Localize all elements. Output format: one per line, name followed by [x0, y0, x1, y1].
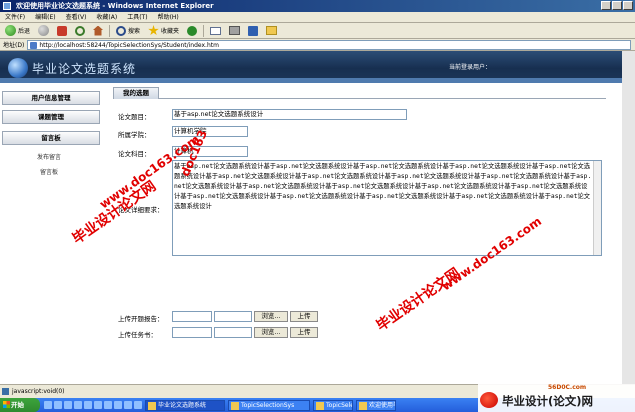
college-label: 所属学院： — [118, 131, 151, 139]
menu-bar: 文件(F) 编辑(E) 查看(V) 收藏(A) 工具(T) 帮助(H) — [0, 12, 635, 23]
edit-button[interactable] — [246, 24, 260, 37]
proposal-upload-label: 上传开题报告： — [118, 315, 164, 323]
favorites-button[interactable]: 收藏夹 — [146, 24, 181, 37]
menu-favorites[interactable]: 收藏(A) — [96, 12, 117, 22]
home-button[interactable] — [91, 24, 105, 37]
taskbar-item[interactable]: 欢迎使用毕业论文... — [356, 399, 396, 411]
detail-textarea[interactable]: 基于asp.net论文选题系统设计基于asp.net论文选题系统设计基于asp.… — [172, 160, 602, 256]
folder-icon — [266, 26, 278, 35]
quick-launch-icon[interactable] — [94, 401, 102, 409]
task-file-path[interactable] — [214, 327, 252, 338]
menu-view[interactable]: 查看(V) — [66, 12, 87, 22]
subject-label: 论文科目： — [118, 150, 151, 158]
mail-icon — [210, 26, 222, 35]
quick-launch-icon[interactable] — [74, 401, 82, 409]
logo-mark-icon — [480, 392, 498, 408]
quick-launch-icon[interactable] — [104, 401, 112, 409]
taskbar-item[interactable]: TopicSelectionSys — [228, 399, 310, 411]
logo-wordmark: 毕业设计(论文)网 — [502, 394, 594, 408]
proposal-upload-button[interactable]: 上传 — [290, 311, 318, 322]
star-icon — [148, 25, 159, 36]
college-field[interactable]: 计算机学院 — [172, 126, 248, 137]
menu-help[interactable]: 帮助(H) — [158, 12, 179, 22]
maximize-button[interactable] — [612, 1, 622, 10]
banner-stripe — [0, 78, 622, 83]
sidebar-section-topics[interactable]: 课题管理 — [2, 110, 100, 124]
window-controls — [601, 1, 633, 10]
home-icon — [93, 25, 104, 36]
proposal-browse-button[interactable]: 浏览... — [254, 311, 288, 322]
stop-icon — [57, 25, 68, 36]
close-button[interactable] — [623, 1, 633, 10]
forward-button[interactable] — [36, 24, 51, 37]
sidebar-section-messages[interactable]: 留言板 — [2, 131, 100, 145]
favorites-label: 收藏夹 — [161, 28, 180, 35]
quick-launch-icon[interactable] — [64, 401, 72, 409]
quick-launch — [44, 401, 142, 409]
quick-launch-icon[interactable] — [54, 401, 62, 409]
minimize-button[interactable] — [601, 1, 611, 10]
toolbar-separator — [109, 24, 111, 37]
media-button[interactable] — [185, 24, 199, 37]
task-upload-button[interactable]: 上传 — [290, 327, 318, 338]
current-user-label: 当前登录用户： — [449, 64, 492, 71]
topic-field[interactable]: 基于asp.net论文选题系统设计 — [172, 109, 407, 120]
back-button[interactable]: 后退 — [3, 24, 32, 37]
window-titlebar: 欢迎使用毕业论文选题系统 - Windows Internet Explorer — [0, 0, 635, 12]
search-button[interactable]: 搜索 — [114, 24, 142, 37]
printer-icon — [229, 26, 241, 35]
task-file-name[interactable] — [172, 327, 212, 338]
menu-tools[interactable]: 工具(T) — [127, 12, 147, 22]
back-label: 后退 — [18, 28, 31, 35]
quick-launch-icon[interactable] — [44, 401, 52, 409]
proposal-file-name[interactable] — [172, 311, 212, 322]
forward-arrow-icon — [38, 25, 50, 36]
start-button[interactable]: 开始 — [0, 398, 40, 412]
quick-launch-icon[interactable] — [124, 401, 132, 409]
refresh-button[interactable] — [73, 24, 87, 37]
folder-button[interactable] — [264, 24, 279, 37]
ie-icon — [3, 2, 11, 10]
address-bar: 地址(D) http://localhost:58244/TopicSelect… — [0, 39, 635, 51]
menu-edit[interactable]: 编辑(E) — [35, 12, 55, 22]
proposal-file-path[interactable] — [214, 311, 252, 322]
print-button[interactable] — [227, 24, 242, 37]
window-title: 欢迎使用毕业论文选题系统 - Windows Internet Explorer — [16, 2, 214, 10]
logo-site-text: 56D0C.com — [548, 384, 587, 391]
task-browse-button[interactable]: 浏览... — [254, 327, 288, 338]
taskbar-item[interactable]: TopicSelectionSys — [313, 399, 353, 411]
task-upload-label: 上传任务书： — [118, 331, 157, 339]
sidebar-section-user-info[interactable]: 用户信息管理 — [2, 91, 100, 105]
toolbar-separator — [203, 24, 205, 37]
detail-text: 基于asp.net论文选题系统设计基于asp.net论文选题系统设计基于asp.… — [174, 163, 592, 210]
media-icon — [187, 25, 198, 36]
back-arrow-icon — [5, 25, 16, 36]
corner-logo: 56D0C.com 毕业设计(论文)网 — [478, 384, 635, 412]
word-icon — [248, 25, 259, 36]
main-panel: 我的选题 论文题目： 基于asp.net论文选题系统设计 所属学院： 计算机学院… — [113, 86, 622, 384]
search-label: 搜索 — [128, 28, 141, 35]
quick-launch-icon[interactable] — [134, 401, 142, 409]
site-title: 毕业论文选题系统 — [32, 62, 137, 76]
address-input[interactable]: http://localhost:58244/TopicSelectionSys… — [27, 39, 631, 50]
mail-button[interactable] — [208, 24, 223, 37]
tab-bar: 我的选题 — [113, 86, 606, 99]
search-icon — [116, 25, 127, 36]
taskbar-item[interactable]: 毕业论文选题系统 — [145, 399, 225, 411]
quick-launch-icon[interactable] — [84, 401, 92, 409]
refresh-icon — [75, 25, 86, 36]
sidebar-item-post-message[interactable]: 发布留言 — [37, 152, 61, 161]
quick-launch-icon[interactable] — [114, 401, 122, 409]
site-banner: 毕业论文选题系统 当前登录用户： — [0, 51, 622, 83]
address-label: 地址(D) — [3, 42, 25, 49]
globe-logo-icon — [8, 58, 28, 78]
tab-my-topic[interactable]: 我的选题 — [113, 87, 159, 99]
stop-button[interactable] — [55, 24, 69, 37]
browser-toolbar: 后退 搜索 收藏夹 — [0, 23, 635, 39]
sidebar-item-message-board[interactable]: 留言板 — [40, 167, 58, 176]
textarea-scrollbar[interactable] — [593, 161, 601, 255]
menu-file[interactable]: 文件(F) — [5, 12, 25, 22]
topic-label: 论文题目： — [118, 113, 151, 121]
